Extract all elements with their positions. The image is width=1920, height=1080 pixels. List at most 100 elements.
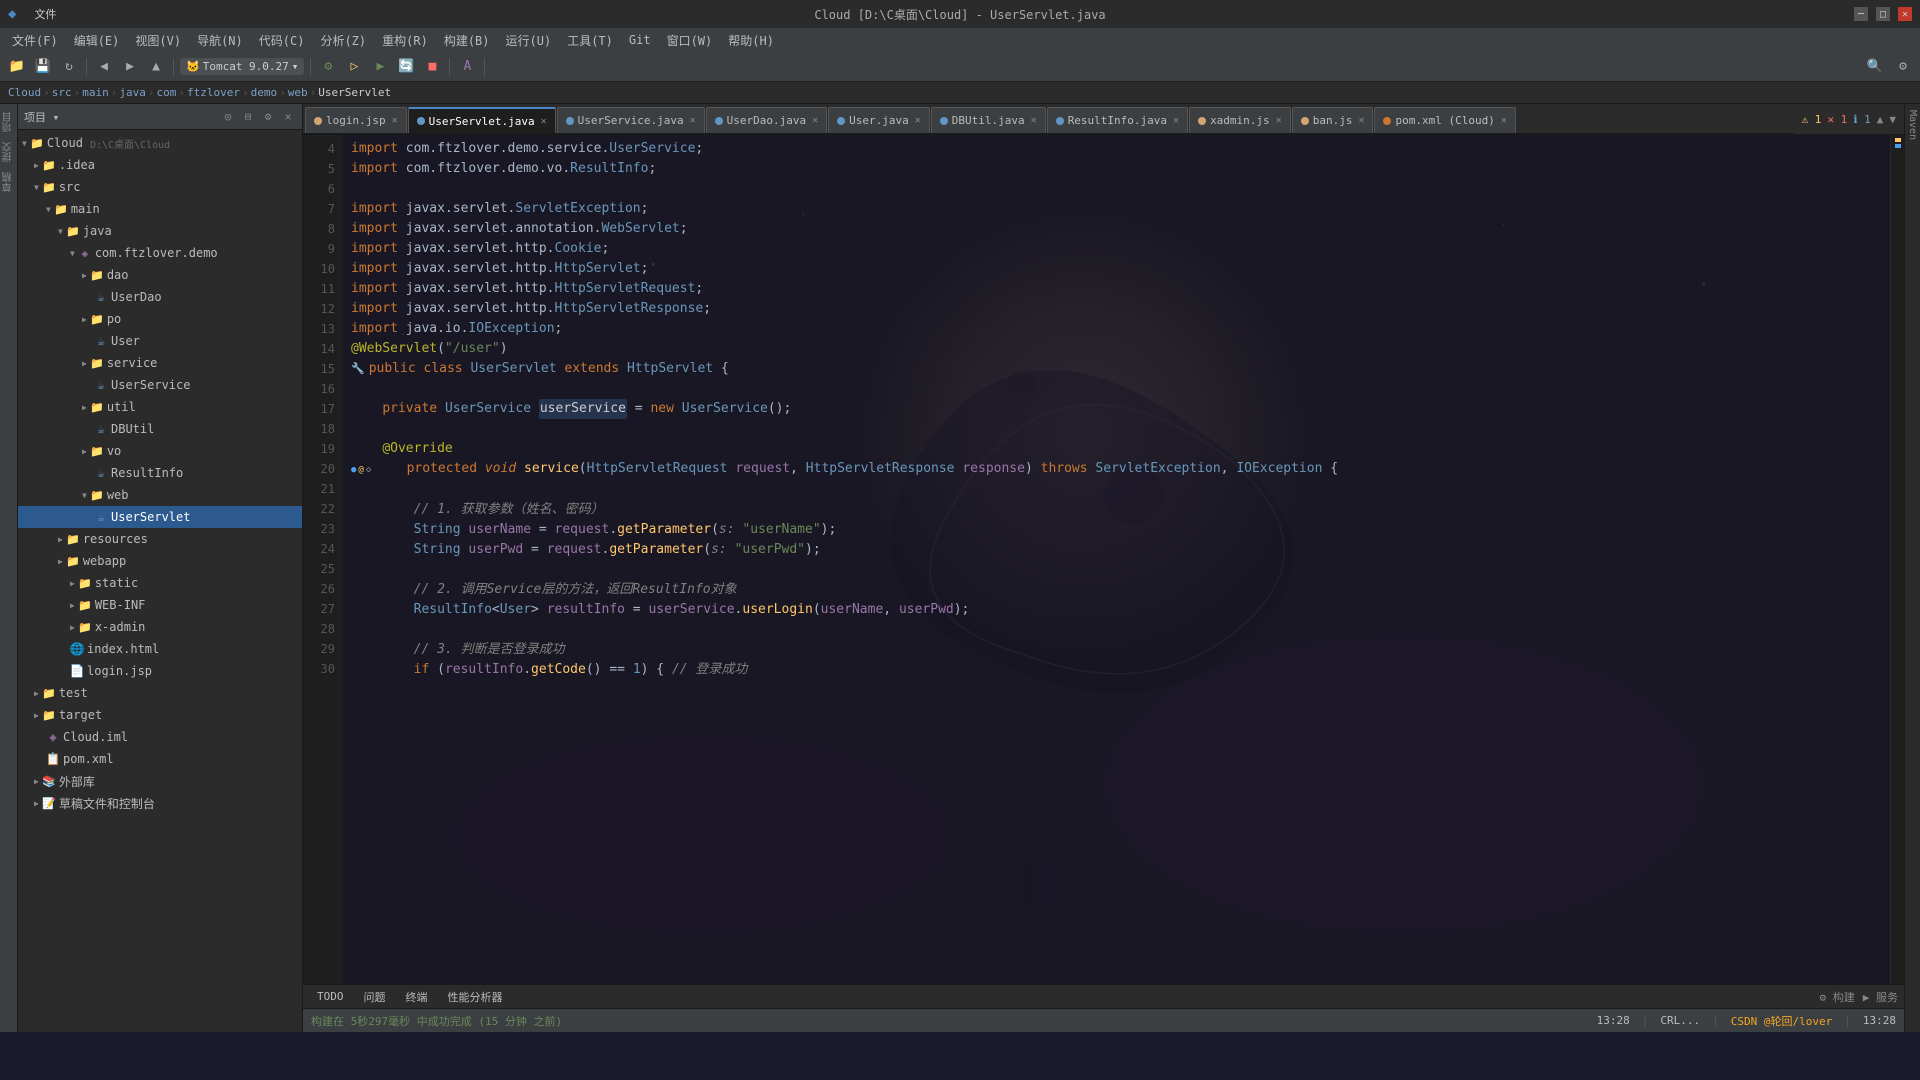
menu-file[interactable]: 文件(F) xyxy=(6,30,64,51)
menu-build[interactable]: 构建(B) xyxy=(438,30,496,51)
draft-label[interactable]: 草稿 xyxy=(0,168,18,196)
collapse-icon[interactable]: ⊟ xyxy=(240,109,256,125)
project-dropdown[interactable]: 项目 ▾ xyxy=(24,109,59,125)
code-line-4[interactable]: import com.ftzlover.demo.service.UserSer… xyxy=(351,139,1882,159)
tab-close-icon[interactable]: ✕ xyxy=(1031,115,1037,126)
build-icon[interactable]: ⚙ 构建 xyxy=(1820,989,1855,1005)
code-line-22[interactable]: // 1. 获取参数（姓名、密码） xyxy=(351,500,1882,520)
tab-dbutil[interactable]: DBUtil.java ✕ xyxy=(931,107,1046,133)
code-line-14[interactable]: @WebServlet("/user") xyxy=(351,339,1882,359)
code-line-15[interactable]: 🔧public class UserServlet extends HttpSe… xyxy=(351,359,1882,379)
problems-tab[interactable]: 问题 xyxy=(356,987,394,1007)
tree-service[interactable]: ▶ 📁 service xyxy=(18,352,302,374)
minimize-button[interactable]: ─ xyxy=(1854,7,1868,21)
code-line-18[interactable] xyxy=(351,419,1882,439)
bc-com[interactable]: com xyxy=(157,86,177,99)
tree-java[interactable]: ▼ 📁 java xyxy=(18,220,302,242)
code-line-13[interactable]: import java.io.IOException; xyxy=(351,319,1882,339)
tree-external-libs[interactable]: ▶ 📚 外部库 xyxy=(18,770,302,792)
nav-up-button[interactable]: ▲ xyxy=(1877,113,1884,126)
code-line-26[interactable]: // 2. 调用Service层的方法，返回ResultInfo对象 xyxy=(351,580,1882,600)
nav-down-button[interactable]: ▼ xyxy=(1889,113,1896,126)
tree-dbutil[interactable]: ☕ DBUtil xyxy=(18,418,302,440)
forward-button[interactable]: ▶ xyxy=(119,56,141,78)
settings-icon[interactable]: ⚙ xyxy=(260,109,276,125)
maximize-button[interactable]: □ xyxy=(1876,7,1890,21)
editor-content[interactable]: 4 5 6 7 8 9 10 11 12 13 14 15 16 17 18 1… xyxy=(303,135,1904,984)
warning-indicator[interactable]: ⚠ 1 xyxy=(1802,113,1822,126)
bc-ftzlover[interactable]: ftzlover xyxy=(187,86,240,99)
code-line-24[interactable]: String userPwd = request.getParameter(s:… xyxy=(351,540,1882,560)
code-editor[interactable]: import com.ftzlover.demo.service.UserSer… xyxy=(343,135,1890,984)
sync-button[interactable]: ↻ xyxy=(58,56,80,78)
code-line-27[interactable]: ResultInfo<User> resultInfo = userServic… xyxy=(351,600,1882,620)
tree-login-jsp[interactable]: 📄 login.jsp xyxy=(18,660,302,682)
close-panel-icon[interactable]: ✕ xyxy=(280,109,296,125)
tab-userdao[interactable]: UserDao.java ✕ xyxy=(706,107,828,133)
editor[interactable]: 4 5 6 7 8 9 10 11 12 13 14 15 16 17 18 1… xyxy=(303,135,1904,984)
code-line-7[interactable]: import javax.servlet.ServletException; xyxy=(351,199,1882,219)
tab-close-icon[interactable]: ✕ xyxy=(541,116,547,127)
bc-main[interactable]: main xyxy=(82,86,109,99)
code-line-6[interactable] xyxy=(351,179,1882,199)
right-margin[interactable] xyxy=(1890,135,1904,984)
menu-help[interactable]: 帮助(H) xyxy=(722,30,780,51)
tree-src[interactable]: ▼ 📁 src xyxy=(18,176,302,198)
tree-idea[interactable]: ▶ 📁 .idea xyxy=(18,154,302,176)
tree-user[interactable]: ☕ User xyxy=(18,330,302,352)
commit-label[interactable]: 提交 xyxy=(0,138,18,166)
menu-nav[interactable]: 导航(N) xyxy=(191,30,249,51)
tab-ban[interactable]: ban.js ✕ xyxy=(1292,107,1374,133)
tab-resultinfo[interactable]: ResultInfo.java ✕ xyxy=(1047,107,1188,133)
tab-close-icon[interactable]: ✕ xyxy=(915,115,921,126)
code-line-21[interactable] xyxy=(351,480,1882,500)
tab-pom[interactable]: pom.xml (Cloud) ✕ xyxy=(1374,107,1515,133)
tab-close-icon[interactable]: ✕ xyxy=(1501,115,1507,126)
reload-button[interactable]: 🔄 xyxy=(395,56,417,78)
profiler-tab[interactable]: 性能分析器 xyxy=(440,987,511,1007)
menu-analyze[interactable]: 分析(Z) xyxy=(314,30,372,51)
code-line-30[interactable]: if (resultInfo.getCode() == 1) { // 登录成功 xyxy=(351,660,1882,680)
run-button[interactable]: ▶ xyxy=(369,56,391,78)
bc-src[interactable]: src xyxy=(52,86,72,99)
code-line-11[interactable]: import javax.servlet.http.HttpServletReq… xyxy=(351,279,1882,299)
tab-close-icon[interactable]: ✕ xyxy=(1358,115,1364,126)
menu-code[interactable]: 代码(C) xyxy=(253,30,311,51)
back-button[interactable]: ◀ xyxy=(93,56,115,78)
search-button[interactable]: 🔍 xyxy=(1864,56,1886,78)
tree-dao[interactable]: ▶ 📁 dao xyxy=(18,264,302,286)
tree-com-ftzlover-demo[interactable]: ▼ ◈ com.ftzlover.demo xyxy=(18,242,302,264)
bc-java[interactable]: java xyxy=(119,86,146,99)
tree-cloud-iml[interactable]: ◈ Cloud.iml xyxy=(18,726,302,748)
info-indicator[interactable]: ℹ 1 xyxy=(1853,113,1870,126)
save-button[interactable]: 💾 xyxy=(32,56,54,78)
tab-userservlet[interactable]: UserServlet.java ✕ xyxy=(408,107,556,133)
code-line-17[interactable]: private UserService userService = new Us… xyxy=(351,399,1882,419)
debug-button[interactable]: ▷ xyxy=(343,56,365,78)
bc-demo[interactable]: demo xyxy=(251,86,278,99)
tree-scratch[interactable]: ▶ 📝 草稿文件和控制台 xyxy=(18,792,302,814)
tree-userservice[interactable]: ☕ UserService xyxy=(18,374,302,396)
tree-vo[interactable]: ▶ 📁 vo xyxy=(18,440,302,462)
tree-webinf[interactable]: ▶ 📁 WEB-INF xyxy=(18,594,302,616)
tab-login-jsp[interactable]: login.jsp ✕ xyxy=(305,107,407,133)
code-line-19[interactable]: @Override xyxy=(351,439,1882,459)
menu-view[interactable]: 视图(V) xyxy=(129,30,187,51)
build-button[interactable]: ⚙ xyxy=(317,56,339,78)
settings-button[interactable]: ⚙ xyxy=(1892,56,1914,78)
tree-target[interactable]: ▶ 📁 target xyxy=(18,704,302,726)
bc-cloud[interactable]: Cloud xyxy=(8,86,41,99)
code-line-23[interactable]: String userName = request.getParameter(s… xyxy=(351,520,1882,540)
code-line-16[interactable] xyxy=(351,379,1882,399)
tree-test[interactable]: ▶ 📁 test xyxy=(18,682,302,704)
tree-po[interactable]: ▶ 📁 po xyxy=(18,308,302,330)
tab-close-icon[interactable]: ✕ xyxy=(690,115,696,126)
code-line-9[interactable]: import javax.servlet.http.Cookie; xyxy=(351,239,1882,259)
tree-webapp[interactable]: ▶ 📁 webapp xyxy=(18,550,302,572)
tree-xadmin[interactable]: ▶ 📁 x-admin xyxy=(18,616,302,638)
tab-userservice[interactable]: UserService.java ✕ xyxy=(557,107,705,133)
open-button[interactable]: 📁 xyxy=(6,56,28,78)
error-indicator[interactable]: ✕ 1 xyxy=(1827,113,1847,126)
menu-refactor[interactable]: 重构(R) xyxy=(376,30,434,51)
menu-window[interactable]: 窗口(W) xyxy=(661,30,719,51)
